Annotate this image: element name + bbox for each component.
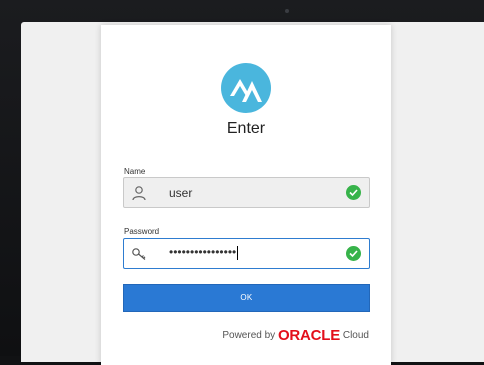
key-icon <box>132 248 146 260</box>
name-field[interactable]: user <box>123 177 370 208</box>
user-icon <box>132 186 146 201</box>
password-field[interactable]: •••••••••••••••• <box>123 238 370 269</box>
password-label: Password <box>124 227 160 236</box>
name-label: Name <box>124 167 146 176</box>
camera-dot <box>285 9 289 13</box>
ok-button[interactable]: OK <box>123 284 370 312</box>
text-caret <box>237 245 239 260</box>
powered-by-footer: Powered by ORACLE Cloud <box>101 327 369 344</box>
page-title: Enter <box>226 120 266 137</box>
check-circle-icon <box>346 185 361 200</box>
mountain-logo-icon <box>221 63 271 113</box>
login-card: Enter Name user Password •••••••••••••••… <box>101 25 391 365</box>
powered-by-text: Powered by <box>222 330 276 341</box>
device-bezel: Enter Name user Password •••••••••••••••… <box>0 0 484 365</box>
cloud-text: Cloud <box>342 330 369 341</box>
check-circle-icon <box>346 246 361 261</box>
oracle-logo: ORACLE <box>277 327 341 344</box>
name-value: user <box>169 186 193 200</box>
password-value: •••••••••••••••• <box>169 245 239 260</box>
